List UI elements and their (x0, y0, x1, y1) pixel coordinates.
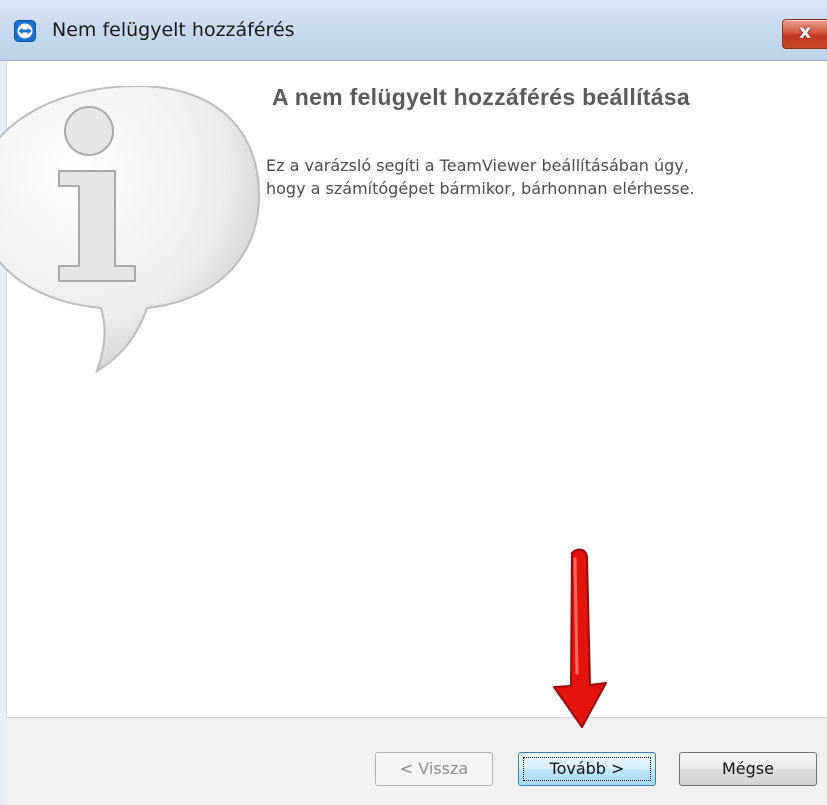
cancel-button[interactable]: Mégse (679, 752, 817, 786)
info-speech-bubble-icon (0, 86, 261, 374)
wizard-window: Nem felügyelt hozzáférés x A nem felügye… (0, 0, 827, 805)
description: Ez a varázsló segíti a TeamViewer beállí… (266, 154, 806, 200)
description-line: hogy a számítógépet bármikor, bárhonnan … (266, 179, 695, 198)
wizard-content: A nem felügyelt hozzáférés beállítása Ez… (0, 61, 827, 717)
teamviewer-icon (14, 20, 36, 42)
title-bar: Nem felügyelt hozzáférés x (0, 0, 827, 61)
close-button[interactable]: x (782, 19, 827, 49)
back-button[interactable]: < Vissza (375, 752, 493, 786)
description-line: Ez a varázsló segíti a TeamViewer beállí… (266, 156, 689, 175)
red-arrow-icon (553, 548, 607, 728)
window-title: Nem felügyelt hozzáférés (52, 19, 295, 41)
button-bar: < Vissza Tovább > Mégse (6, 717, 827, 805)
page-title: A nem felügyelt hozzáférés beállítása (272, 84, 690, 110)
next-button[interactable]: Tovább > (518, 752, 656, 786)
close-icon: x (799, 21, 812, 43)
